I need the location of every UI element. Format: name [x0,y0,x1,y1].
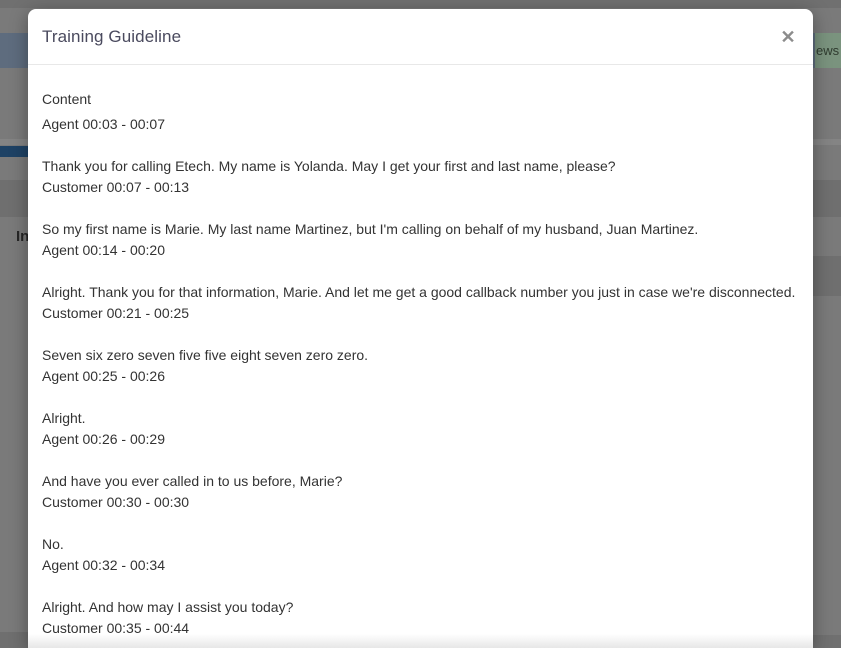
transcript-speaker-line: Customer 00:35 - 00:44 [42,618,799,639]
background-bottom-left-band [0,632,28,648]
transcript-utterance: Alright. [42,408,799,429]
background-table-row [811,256,841,296]
transcript-speaker-line: Customer 00:30 - 00:30 [42,492,799,513]
background-nav-button-partial[interactable]: ews [815,33,841,68]
modal-header: Training Guideline ✕ [28,9,813,65]
transcript-utterance: And have you ever called in to us before… [42,471,799,492]
close-icon: ✕ [780,27,795,47]
transcript-speaker-line: Agent 00:26 - 00:29 [42,429,799,450]
background-bottom-right-band [813,635,841,648]
transcript-utterance: Thank you for calling Etech. My name is … [42,156,799,177]
background-top-bar [0,0,841,8]
close-button[interactable]: ✕ [777,26,799,48]
transcript-utterance: No. [42,534,799,555]
transcript-speaker-line: Customer 00:21 - 00:25 [42,303,799,324]
screen: ews In Training Guideline ✕ Content Agen… [0,0,841,648]
modal-title: Training Guideline [42,27,181,47]
transcript-speaker-line: Agent 00:25 - 00:26 [42,366,799,387]
transcript-utterance: Seven six zero seven five five eight sev… [42,345,799,366]
transcript-body[interactable]: Content Agent 00:03 - 00:07 Thank you for… [28,65,813,648]
transcript-speaker-line: Customer 00:07 - 00:13 [42,177,799,198]
transcript-utterance: So my first name is Marie. My last name … [42,219,799,240]
transcript-speaker-line: Agent 00:03 - 00:07 [42,114,799,135]
content-label: Content [42,89,799,110]
nav-button-label: ews [816,43,839,58]
transcript-utterance: Alright. And how may I assist you today? [42,597,799,618]
transcript-utterance: Alright. Thank you for that information,… [42,282,799,303]
transcript-speaker-line: Agent 00:32 - 00:34 [42,555,799,576]
training-guideline-modal: Training Guideline ✕ Content Agent 00:03… [28,9,813,648]
background-blue-accent-bar [0,146,28,157]
transcript-speaker-line: Agent 00:14 - 00:20 [42,240,799,261]
transcript-list: Agent 00:03 - 00:07 Thank you for calling… [42,114,799,639]
